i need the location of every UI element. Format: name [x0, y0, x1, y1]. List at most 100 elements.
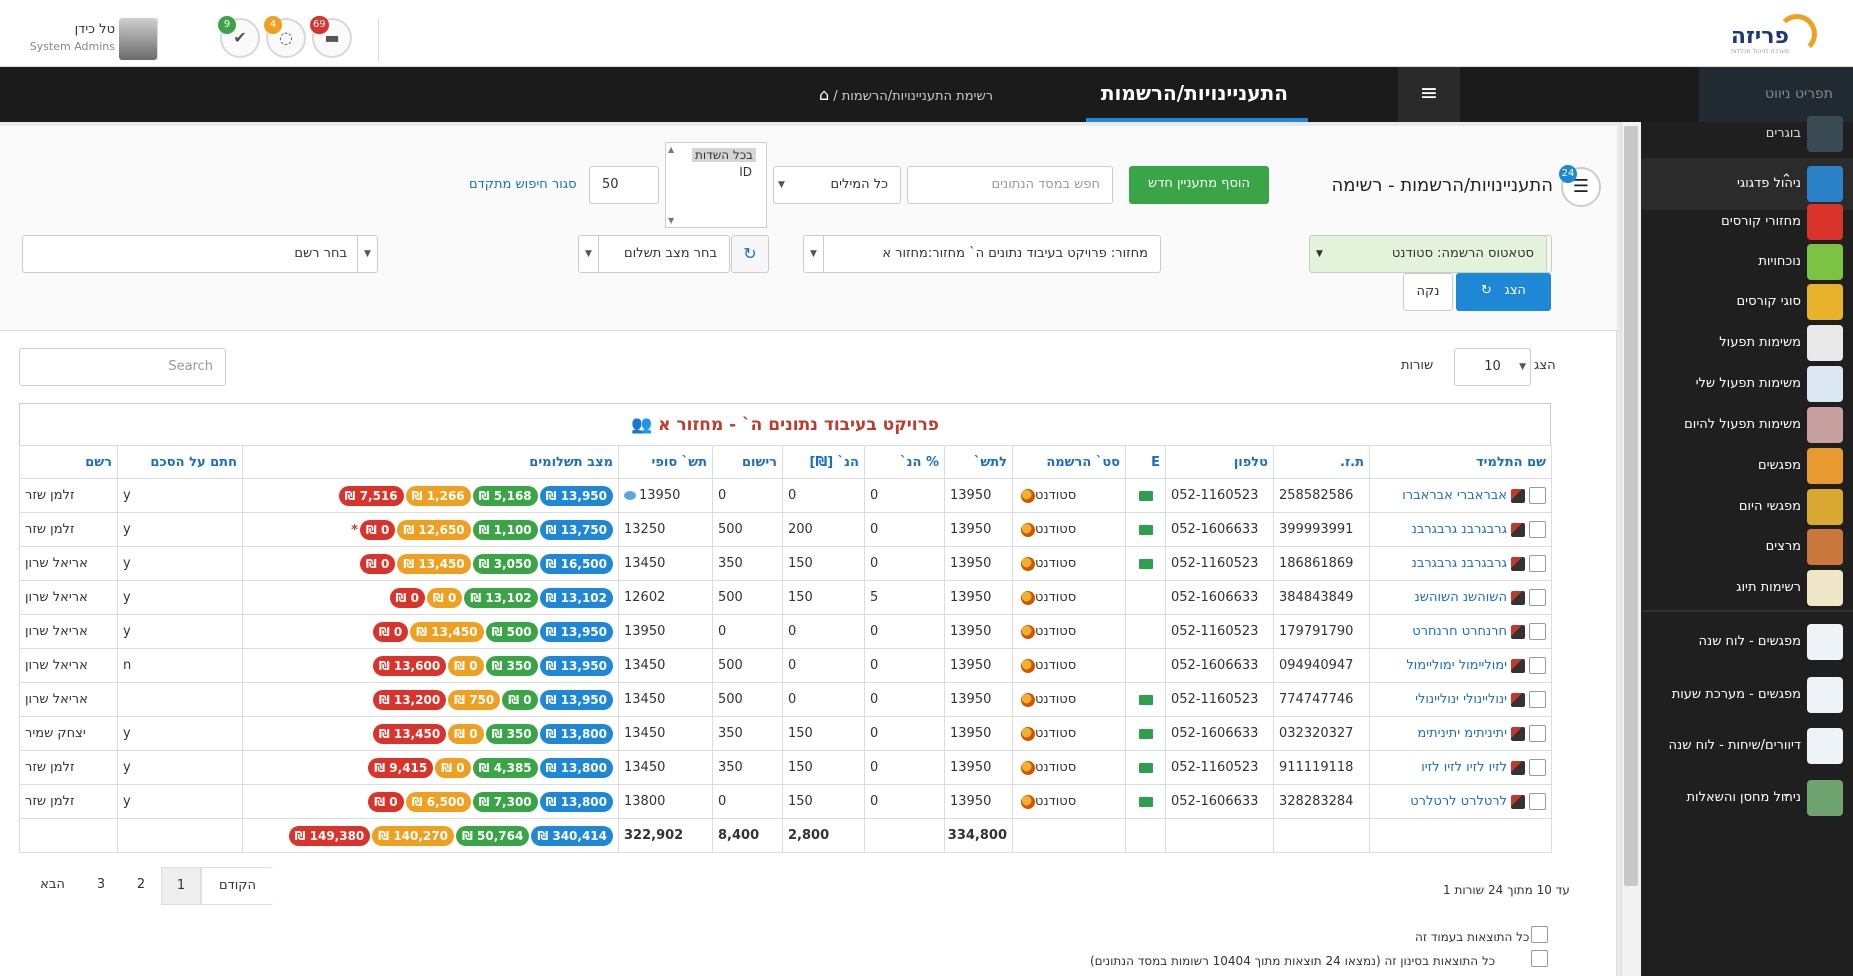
payment-status-cell[interactable]: 13,950 ₪500 ₪13,450 ₪0 ₪: [242, 614, 619, 649]
payment-filter-select[interactable]: ▼ בחר מצב תשלום: [578, 235, 730, 273]
student-name-link[interactable]: חרנחרט חרנחרט: [1412, 624, 1507, 639]
student-name-cell[interactable]: לזיו לזיו לזיו לזיו: [1369, 750, 1552, 785]
sidebar-item-course-types[interactable]: סוגי קורסים: [1641, 280, 1853, 326]
col-to-pay[interactable]: לתש`: [944, 445, 1013, 479]
table-row[interactable]: גרבגרבנ גרבגרבנ 399993991 052-1606633 סטודנ…: [19, 512, 1552, 547]
student-name-link[interactable]: יתיניתימ יתיניתימ: [1417, 726, 1507, 741]
email-icon[interactable]: [1138, 558, 1153, 569]
student-name-cell[interactable]: גרבגרבנ גרבגרבנ: [1369, 512, 1552, 547]
student-name-cell[interactable]: השוהשנ השוהשנ: [1369, 580, 1552, 615]
student-name-link[interactable]: אבראברי אבראברו: [1402, 488, 1507, 503]
pending-notification-button[interactable]: ◌ 4: [264, 16, 306, 58]
hamburger-menu-button[interactable]: ≡: [1398, 67, 1460, 122]
check-notification-button[interactable]: ✔ 9: [218, 16, 260, 58]
table-row[interactable]: יתיניתימ יתיניתימ 032320327 052-1606633 סטו…: [19, 716, 1552, 751]
status-filter-select[interactable]: ▼ סטאטוס הרשמה: סטודנט: [1309, 235, 1547, 273]
student-name-cell[interactable]: גרבגרבנ גרבגרבנ: [1369, 546, 1552, 581]
col-discount[interactable]: הנ` [₪]: [782, 445, 865, 479]
payment-status-cell[interactable]: 13,800 ₪350 ₪0 ₪13,450 ₪: [242, 716, 619, 751]
scroll-up-icon[interactable]: ▲: [668, 145, 674, 154]
col-registration[interactable]: רישום: [712, 445, 783, 479]
page-size-input[interactable]: 50: [589, 166, 659, 204]
student-name-cell[interactable]: חרנחרט חרנחרט: [1369, 614, 1552, 649]
payment-status-cell[interactable]: 13,950 ₪350 ₪0 ₪13,600 ₪: [242, 648, 619, 683]
col-phone[interactable]: טלפון: [1165, 445, 1274, 479]
student-name-link[interactable]: ינוליינולי ינוליינולי: [1415, 692, 1507, 707]
student-name-link[interactable]: לזיו לזיו לזיו לזיו: [1421, 760, 1507, 775]
fields-option[interactable]: ID: [739, 165, 752, 179]
student-name-link[interactable]: לרטלרט לרטלרט: [1410, 794, 1507, 809]
student-name-cell[interactable]: אבראברי אבראברו: [1369, 478, 1552, 513]
col-final-pay[interactable]: תש` סופי: [618, 445, 713, 479]
sidebar-item-today-tasks[interactable]: משימות תפעול להיום: [1641, 403, 1853, 449]
col-registrar[interactable]: רשם: [19, 445, 118, 479]
scrollbar-thumb[interactable]: [1624, 126, 1638, 886]
row-checkbox[interactable]: [1529, 487, 1546, 504]
cycle-filter-select[interactable]: ▼ מחזור: פרויקט בעיבוד נתונים ה` מחזור:מח…: [803, 235, 1161, 273]
table-row[interactable]: השוהשנ השוהשנ 384843849 052-1606633 סטודנט 1…: [19, 580, 1552, 615]
add-interest-button[interactable]: הוסף מתעניין חדש: [1129, 166, 1269, 204]
col-email[interactable]: E: [1125, 445, 1166, 479]
sidebar-item-graduates[interactable]: בוגרים: [1641, 112, 1853, 158]
sidebar-item-lecturers[interactable]: מרצים: [1641, 525, 1853, 571]
sidebar-item-meetings-calendar[interactable]: מפגשים - לוח שנה: [1641, 620, 1853, 666]
payment-status-cell[interactable]: 13,800 ₪4,385 ₪0 ₪9,415 ₪: [242, 750, 619, 785]
select-all-checkbox[interactable]: [1531, 950, 1548, 967]
comment-icon[interactable]: [624, 491, 636, 500]
payment-status-cell[interactable]: 13,102 ₪13,102 ₪0 ₪0 ₪: [242, 580, 619, 615]
email-icon[interactable]: [1138, 796, 1153, 807]
scroll-down-icon[interactable]: ▼: [668, 216, 674, 225]
email-icon[interactable]: [1138, 762, 1153, 773]
search-input[interactable]: חפש במסד הנתונים: [907, 166, 1113, 204]
student-name-link[interactable]: ימוליימול ימוליימול: [1406, 658, 1507, 673]
row-checkbox[interactable]: [1529, 555, 1546, 572]
student-name-link[interactable]: גרבגרבנ גרבגרבנ: [1412, 522, 1507, 537]
payment-status-cell[interactable]: 13,800 ₪7,300 ₪6,500 ₪0 ₪: [242, 784, 619, 819]
registrar-filter-select[interactable]: ▼ בחר רשם: [22, 235, 378, 273]
row-checkbox[interactable]: [1529, 589, 1546, 606]
home-icon[interactable]: ⌂: [819, 85, 829, 104]
words-select[interactable]: ▼ כל המילים: [773, 166, 901, 204]
col-discount-pct[interactable]: % הנ`: [864, 445, 945, 479]
avatar[interactable]: [119, 18, 157, 60]
student-name-cell[interactable]: ינוליינולי ינוליינולי: [1369, 682, 1552, 717]
fields-multiselect[interactable]: בכל השדות ID ▲ ▼: [665, 142, 767, 228]
email-icon[interactable]: [1138, 694, 1153, 705]
student-name-cell[interactable]: יתיניתימ יתיניתימ: [1369, 716, 1552, 751]
clear-button[interactable]: נקה: [1403, 273, 1453, 311]
email-icon[interactable]: [1138, 524, 1153, 535]
sidebar-item-tasks[interactable]: משימות תפעול: [1641, 321, 1853, 367]
show-button[interactable]: ↻ הצג: [1456, 273, 1551, 311]
col-id[interactable]: ת.ז.: [1273, 445, 1370, 479]
col-student-name[interactable]: שם התלמיד: [1369, 445, 1552, 479]
table-row[interactable]: ינוליינולי ינוליינולי 774747746 052-116052…: [19, 682, 1552, 717]
advanced-search-link[interactable]: סגור חיפוש מתקדם: [469, 177, 577, 192]
row-checkbox[interactable]: [1529, 521, 1546, 538]
student-name-cell[interactable]: לרטלרט לרטלרט: [1369, 784, 1552, 819]
row-checkbox[interactable]: [1529, 759, 1546, 776]
row-checkbox[interactable]: [1529, 657, 1546, 674]
sidebar-item-checklists[interactable]: רשימות תיוג: [1641, 566, 1853, 612]
student-name-link[interactable]: גרבגרבנ גרבגרבנ: [1412, 556, 1507, 571]
sidebar-item-meetings-schedule[interactable]: מפגשים - מערכת שעות: [1641, 673, 1853, 719]
payment-status-cell[interactable]: 13,950 ₪5,168 ₪1,266 ₪7,516 ₪: [242, 478, 619, 513]
payment-status-cell[interactable]: 13,750 ₪1,100 ₪12,650 ₪0 ₪*: [242, 512, 619, 547]
student-name-cell[interactable]: ימוליימול ימוליימול: [1369, 648, 1552, 683]
sidebar-item-warehouse[interactable]: ניהול מחסן והשאלות ⌄: [1641, 776, 1853, 822]
table-row[interactable]: לרטלרט לרטלרט 328283284 052-1606633 סטודנט 1…: [19, 784, 1552, 819]
col-status[interactable]: סט` הרשמה: [1012, 445, 1126, 479]
user-profile[interactable]: טל כידן System Admins: [18, 18, 158, 60]
table-row[interactable]: חרנחרט חרנחרט 179791790 052-1160523 סטודנט 1…: [19, 614, 1552, 649]
sidebar-item-mailings-calendar[interactable]: דיוורים/שיחות - לוח שנה: [1641, 724, 1853, 770]
payment-status-cell[interactable]: 13,950 ₪0 ₪750 ₪13,200 ₪: [242, 682, 619, 717]
email-icon[interactable]: [1138, 728, 1153, 739]
sidebar-item-meetings[interactable]: מפגשים: [1641, 444, 1853, 490]
table-search-input[interactable]: Search: [19, 348, 226, 386]
row-checkbox[interactable]: [1529, 623, 1546, 640]
fields-option[interactable]: בכל השדות: [692, 148, 756, 162]
row-checkbox[interactable]: [1529, 793, 1546, 810]
refresh-payment-button[interactable]: ↻: [731, 235, 769, 273]
pager-page-1[interactable]: 1: [161, 867, 201, 905]
pager-page-2[interactable]: 2: [121, 867, 161, 905]
row-checkbox[interactable]: [1529, 725, 1546, 742]
